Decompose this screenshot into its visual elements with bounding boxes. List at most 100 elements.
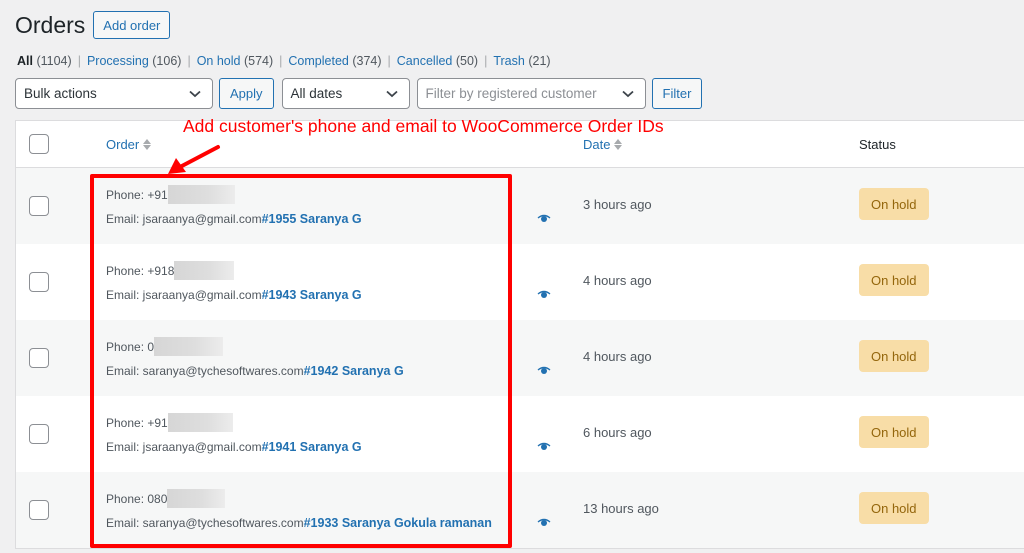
filter-label: All	[17, 54, 33, 68]
customer-filter-select[interactable]: Filter by registered customer	[416, 78, 646, 109]
status-badge: On hold	[859, 340, 929, 372]
customer-phone: Phone: +918	[106, 261, 235, 280]
column-date-label: Date	[583, 136, 611, 152]
separator: |	[279, 54, 283, 68]
filter-button[interactable]: Filter	[651, 78, 703, 109]
chevron-down-icon	[385, 87, 399, 101]
order-link[interactable]: #1941 Saranya G	[262, 440, 362, 454]
status-filter-links: All (1104) | Processing (106) | On hold …	[17, 54, 551, 68]
redacted-phone	[154, 337, 224, 356]
orders-table: Order Date Status Phone: +91 Email: jsar…	[15, 120, 1024, 549]
email-text: Email: jsaraanya@gmail.com	[106, 440, 262, 454]
filter-count: (574)	[243, 54, 274, 68]
customer-email: Email: jsaraanya@gmail.com#1941 Saranya …	[106, 440, 362, 454]
order-link[interactable]: #1942 Saranya G	[304, 364, 404, 378]
filter-cancelled[interactable]: Cancelled (50)	[397, 54, 478, 68]
customer-phone: Phone: 0	[106, 337, 224, 356]
bulk-actions-select[interactable]: Bulk actions	[15, 78, 213, 109]
status-badge: On hold	[859, 264, 929, 296]
page-title: Orders	[15, 12, 86, 38]
phone-text: Phone: +91	[106, 415, 168, 430]
row-checkbox[interactable]	[29, 500, 49, 520]
separator: |	[387, 54, 391, 68]
row-checkbox[interactable]	[29, 196, 49, 216]
filter-on-hold[interactable]: On hold (574)	[197, 54, 273, 68]
order-date: 4 hours ago	[583, 348, 652, 364]
customer-email: Email: jsaraanya@gmail.com#1955 Saranya …	[106, 212, 362, 226]
preview-eye-icon[interactable]	[537, 366, 551, 376]
row-checkbox[interactable]	[29, 272, 49, 292]
customer-phone: Phone: +91	[106, 413, 233, 432]
preview-eye-icon[interactable]	[537, 442, 551, 452]
table-row[interactable]: Phone: +918 Email: jsaraanya@gmail.com#1…	[16, 244, 1024, 320]
order-date: 3 hours ago	[583, 196, 652, 212]
redacted-phone	[167, 489, 226, 508]
filter-count: (1104)	[36, 54, 72, 68]
column-order-label: Order	[106, 136, 140, 152]
order-date: 6 hours ago	[583, 424, 652, 440]
filter-completed[interactable]: Completed (374)	[288, 54, 381, 68]
apply-button[interactable]: Apply	[219, 78, 274, 109]
email-text: Email: saranya@tychesoftwares.com	[106, 364, 304, 378]
dates-select[interactable]: All dates	[281, 78, 410, 109]
filter-processing[interactable]: Processing (106)	[87, 54, 182, 68]
customer-email: Email: saranya@tychesoftwares.com#1933 S…	[106, 516, 492, 530]
filter-label: Processing	[86, 54, 149, 68]
preview-eye-icon[interactable]	[537, 214, 551, 224]
email-text: Email: jsaraanya@gmail.com	[106, 288, 262, 302]
filter-all[interactable]: All (1104)	[17, 54, 72, 68]
phone-text: Phone: 080	[106, 491, 168, 506]
order-link[interactable]: #1933 Saranya Gokula ramanan	[304, 516, 492, 530]
customer-phone: Phone: +91	[106, 185, 235, 204]
preview-eye-icon[interactable]	[537, 518, 551, 528]
filter-label: On hold	[196, 54, 241, 68]
redacted-phone	[167, 185, 235, 204]
separator: |	[484, 54, 488, 68]
order-date: 13 hours ago	[583, 500, 659, 516]
bulk-actions-value: Bulk actions	[24, 86, 97, 101]
status-badge: On hold	[859, 188, 929, 220]
filter-label: Cancelled	[396, 54, 453, 68]
column-order[interactable]: Order	[106, 136, 152, 152]
preview-eye-icon[interactable]	[537, 290, 551, 300]
table-row[interactable]: Phone: +91 Email: jsaraanya@gmail.com#19…	[16, 396, 1024, 472]
status-badge: On hold	[859, 492, 929, 524]
filter-count: (50)	[455, 54, 479, 68]
sort-icon	[614, 138, 623, 150]
filter-label: Trash	[493, 54, 525, 68]
filter-count: (106)	[152, 54, 182, 68]
filter-count: (21)	[528, 54, 551, 68]
table-nav: Bulk actions Apply All dates Filter by r…	[15, 78, 703, 109]
add-order-button[interactable]: Add order	[93, 11, 171, 39]
chevron-down-icon	[188, 87, 202, 101]
filter-label: Completed	[288, 54, 349, 68]
customer-email: Email: jsaraanya@gmail.com#1943 Saranya …	[106, 288, 362, 302]
sort-icon	[143, 138, 152, 150]
table-row[interactable]: Phone: 0 Email: saranya@tychesoftwares.c…	[16, 320, 1024, 396]
order-date: 4 hours ago	[583, 272, 652, 288]
filter-count: (374)	[352, 54, 382, 68]
row-checkbox[interactable]	[29, 424, 49, 444]
customer-phone: Phone: 080	[106, 489, 226, 508]
redacted-phone	[167, 413, 233, 432]
filter-trash[interactable]: Trash (21)	[493, 54, 550, 68]
order-link[interactable]: #1955 Saranya G	[262, 212, 362, 226]
chevron-down-icon	[621, 87, 635, 101]
dates-value: All dates	[290, 86, 343, 101]
email-text: Email: jsaraanya@gmail.com	[106, 212, 262, 226]
redacted-phone	[174, 261, 235, 280]
separator: |	[77, 54, 81, 68]
annotation-caption: Add customer's phone and email to WooCom…	[183, 116, 664, 136]
phone-text: Phone: 0	[106, 339, 155, 354]
row-checkbox[interactable]	[29, 348, 49, 368]
separator: |	[187, 54, 191, 68]
order-link[interactable]: #1943 Saranya G	[262, 288, 362, 302]
table-row[interactable]: Phone: +91 Email: jsaraanya@gmail.com#19…	[16, 168, 1024, 244]
customer-email: Email: saranya@tychesoftwares.com#1942 S…	[106, 364, 404, 378]
select-all-checkbox[interactable]	[29, 134, 49, 154]
customer-filter-placeholder: Filter by registered customer	[425, 86, 597, 101]
phone-text: Phone: +918	[106, 263, 175, 278]
email-text: Email: saranya@tychesoftwares.com	[106, 516, 304, 530]
table-row[interactable]: Phone: 080 Email: saranya@tychesoftwares…	[16, 472, 1024, 548]
column-date[interactable]: Date	[583, 136, 623, 152]
